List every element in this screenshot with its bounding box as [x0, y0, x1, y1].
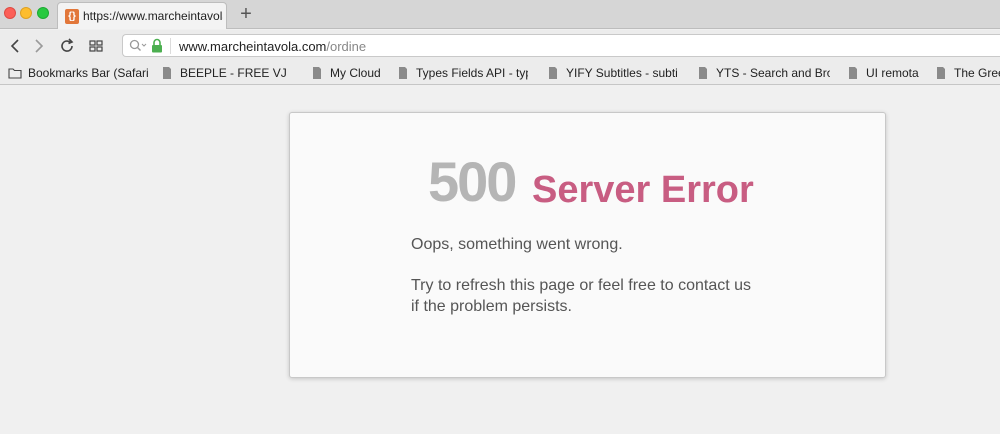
- folder-icon: [8, 68, 22, 79]
- page-icon: [549, 67, 557, 79]
- bookmark-item[interactable]: My Cloud: [310, 65, 390, 81]
- bookmark-label: Types Fields API - typ: [416, 66, 528, 80]
- tab-grid-button[interactable]: [86, 36, 106, 56]
- bookmark-label: YIFY Subtitles - subti: [566, 66, 678, 80]
- site-favicon-icon: {}: [65, 9, 79, 24]
- toolbar: www.marcheintavola.com/ordine: [0, 30, 1000, 61]
- error-title: Server Error: [532, 169, 754, 211]
- reload-button[interactable]: [57, 36, 77, 56]
- forward-button[interactable]: [29, 36, 49, 56]
- error-detail: Try to refresh this page or feel free to…: [411, 277, 752, 315]
- new-tab-button[interactable]: +: [236, 3, 256, 25]
- tab-active[interactable]: {} https://www.marcheintavola.c: [57, 2, 227, 29]
- search-icon[interactable]: [129, 39, 147, 53]
- bookmark-label: UI remota: [866, 66, 919, 80]
- error-code: 500: [428, 150, 517, 213]
- bookmark-item[interactable]: The Green: [934, 65, 1000, 81]
- bookmark-label: The Green: [954, 66, 1000, 80]
- reload-icon: [61, 38, 74, 52]
- error-card: 500 Server Error Oops, something went wr…: [289, 112, 886, 378]
- address-bar-divider: [170, 38, 171, 54]
- bookmark-label: My Cloud: [330, 66, 381, 80]
- url-path: /ordine: [326, 39, 367, 54]
- lock-icon: [151, 38, 163, 53]
- page-icon: [313, 67, 321, 79]
- window-minimize-button[interactable]: [20, 7, 32, 19]
- address-bar[interactable]: www.marcheintavola.com/ordine: [122, 34, 1000, 57]
- back-button[interactable]: [6, 36, 26, 56]
- page-icon: [399, 67, 407, 79]
- bookmark-item[interactable]: Bookmarks Bar (Safari): [8, 65, 148, 81]
- tab-bar: {} https://www.marcheintavola.c +: [0, 0, 1000, 29]
- bookmark-label: Bookmarks Bar (Safari): [28, 66, 148, 80]
- bookmark-label: YTS - Search and Bro: [716, 66, 830, 80]
- window-close-button[interactable]: [4, 7, 16, 19]
- error-message: Oops, something went wrong.: [411, 236, 623, 253]
- page-icon: [699, 67, 707, 79]
- url-host: www.marcheintavola.com: [179, 39, 327, 54]
- page-icon: [937, 67, 945, 79]
- bookmark-item[interactable]: Types Fields API - typ: [396, 65, 528, 81]
- page-icon: [849, 67, 857, 79]
- tab-title: https://www.marcheintavola.c: [83, 9, 223, 23]
- bookmark-item[interactable]: YIFY Subtitles - subti: [546, 65, 678, 81]
- chevron-right-icon: [35, 39, 44, 53]
- url-text[interactable]: www.marcheintavola.com/ordine: [179, 39, 366, 54]
- bookmark-label: BEEPLE - FREE VJ LO: [180, 66, 290, 80]
- page-icon: [163, 67, 171, 79]
- bookmark-item[interactable]: YTS - Search and Bro: [696, 65, 830, 81]
- bookmark-item[interactable]: BEEPLE - FREE VJ LO: [160, 65, 290, 81]
- chevron-left-icon: [10, 39, 19, 53]
- grid-icon: [89, 40, 103, 52]
- window-maximize-button[interactable]: [37, 7, 49, 19]
- bookmarks-bar: Bookmarks Bar (Safari) BEEPLE - FREE VJ …: [0, 61, 1000, 85]
- bookmark-item[interactable]: UI remota: [846, 65, 922, 81]
